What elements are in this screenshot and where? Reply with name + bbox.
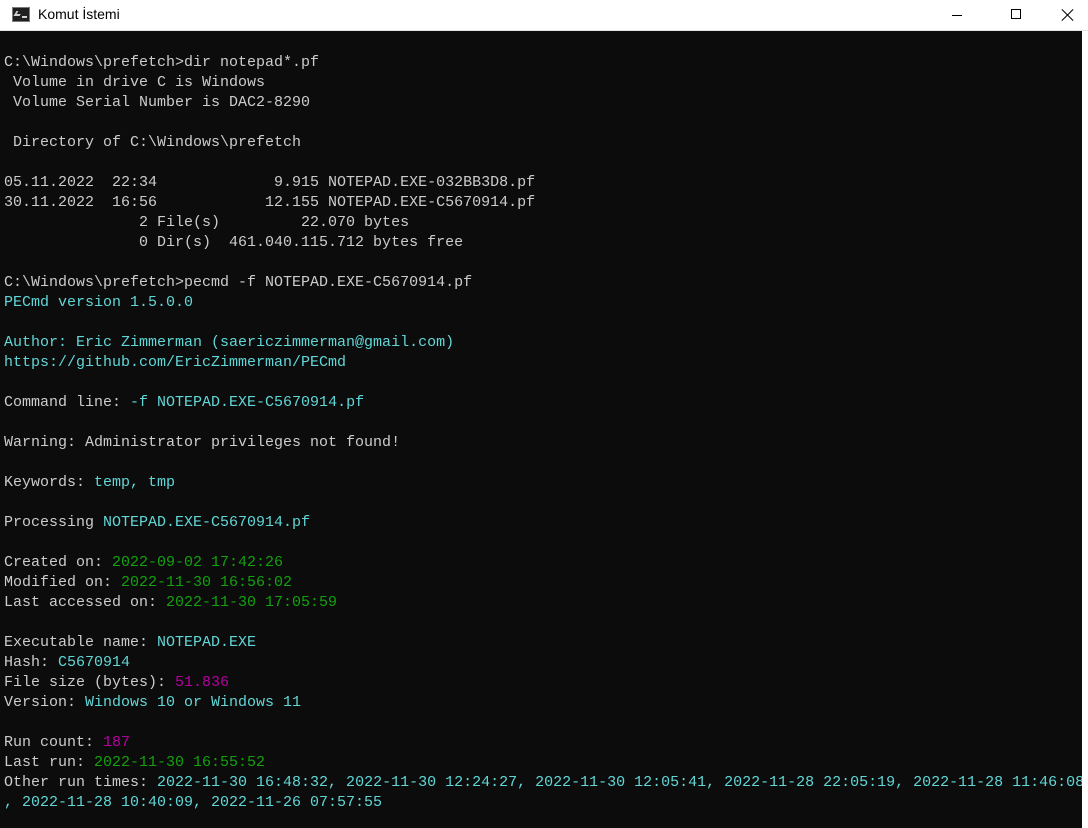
console-text-segment: 0 Dir(s) 461.040.115.712 bytes free	[4, 234, 464, 251]
console-line: Processing NOTEPAD.EXE-C5670914.pf	[4, 513, 1082, 533]
console-text-segment: Command line:	[4, 394, 131, 411]
console-text-segment: 2022-11-30 17:05:59	[166, 594, 338, 611]
console-output-area[interactable]: C:\Windows\prefetch>dir notepad*.pf Volu…	[0, 31, 1082, 828]
console-line: Command line: -f NOTEPAD.EXE-C5670914.pf	[4, 393, 1082, 413]
console-text-segment: Other run times:	[4, 774, 158, 791]
console-line: Keywords: temp, tmp	[4, 473, 1082, 493]
vertical-scrollbar[interactable]	[1082, 31, 1088, 828]
console-text-segment: File size (bytes):	[4, 674, 176, 691]
console-line: 2 File(s) 22.070 bytes	[4, 213, 1082, 233]
maximize-button[interactable]	[993, 0, 1039, 30]
console-line: C:\Windows\prefetch>pecmd -f NOTEPAD.EXE…	[4, 273, 1082, 293]
console-lines: C:\Windows\prefetch>dir notepad*.pf Volu…	[4, 53, 1082, 813]
console-line: https://github.com/EricZimmerman/PECmd	[4, 353, 1082, 373]
console-text-segment: 51.836	[175, 674, 230, 691]
console-text-segment: NOTEPAD.EXE-C5670914.pf	[103, 514, 311, 531]
console-line: 0 Dir(s) 461.040.115.712 bytes free	[4, 233, 1082, 253]
console-text-segment: 30.11.2022 16:56 12.155 NOTEPAD.EXE-C567…	[4, 194, 536, 211]
console-line: Author: Eric Zimmerman (saericzimmerman@…	[4, 333, 1082, 353]
console-line: Version: Windows 10 or Windows 11	[4, 693, 1082, 713]
console-text-segment: Created on:	[4, 554, 113, 571]
console-text-segment: Run count:	[4, 734, 104, 751]
console-line: Run count: 187	[4, 733, 1082, 753]
console-text-segment: C:\Windows\prefetch>dir notepad*.pf	[4, 54, 320, 71]
console-text-segment: C5670914	[58, 654, 131, 671]
console-text-segment: 05.11.2022 22:34 9.915 NOTEPAD.EXE-032BB…	[4, 174, 536, 191]
console-line: Modified on: 2022-11-30 16:56:02	[4, 573, 1082, 593]
title-bar[interactable]: Komut İstemi	[0, 0, 1088, 31]
console-text-segment: https://github.com/EricZimmerman/PECmd	[4, 354, 347, 371]
console-text-segment: NOTEPAD.EXE	[157, 634, 257, 651]
console-line: 30.11.2022 16:56 12.155 NOTEPAD.EXE-C567…	[4, 193, 1082, 213]
console-line: Warning: Administrator privileges not fo…	[4, 433, 1082, 453]
console-text-segment: Version:	[4, 694, 86, 711]
console-text-segment: 187	[103, 734, 131, 751]
window-title: Komut İstemi	[38, 6, 120, 22]
console-text-segment: 2022-11-30 16:55:52	[94, 754, 266, 771]
console-line: Created on: 2022-09-02 17:42:26	[4, 553, 1082, 573]
console-app-icon	[12, 7, 30, 22]
console-text-segment: , 2022-11-28 10:40:09, 2022-11-26 07:57:…	[4, 794, 383, 811]
console-text-segment: Author: Eric Zimmerman (saericzimmerman@…	[4, 334, 455, 351]
minimize-icon	[952, 15, 962, 16]
console-line: Last accessed on: 2022-11-30 17:05:59	[4, 593, 1082, 613]
console-text-segment: Directory of C:\Windows\prefetch	[4, 134, 302, 151]
console-line: , 2022-11-28 10:40:09, 2022-11-26 07:57:…	[4, 793, 1082, 813]
console-text-segment: Warning: Administrator privileges not fo…	[4, 434, 401, 451]
console-text-segment: Windows 10 or Windows 11	[85, 694, 302, 711]
console-line: Volume in drive C is Windows	[4, 73, 1082, 93]
console-line: Directory of C:\Windows\prefetch	[4, 133, 1082, 153]
maximize-icon	[1011, 9, 1021, 19]
console-text-segment: Last accessed on:	[4, 594, 167, 611]
console-line: C:\Windows\prefetch>dir notepad*.pf	[4, 53, 1082, 73]
console-text-segment: C:\Windows\prefetch>pecmd -f NOTEPAD.EXE…	[4, 274, 473, 291]
console-text-segment: 2022-11-30 16:56:02	[121, 574, 293, 591]
console-text-segment: 2022-11-30 16:48:32, 2022-11-30 12:24:27…	[157, 774, 1082, 791]
console-text-segment: Volume in drive C is Windows	[4, 74, 266, 91]
console-text-segment: Processing	[4, 514, 104, 531]
console-line: 05.11.2022 22:34 9.915 NOTEPAD.EXE-032BB…	[4, 173, 1082, 193]
command-prompt-window: Komut İstemi C:\Windows\prefetch>dir not…	[0, 0, 1088, 828]
console-text-segment: Last run:	[4, 754, 95, 771]
console-line: Volume Serial Number is DAC2-8290	[4, 93, 1082, 113]
console-line: Hash: C5670914	[4, 653, 1082, 673]
minimize-button[interactable]	[934, 0, 980, 30]
console-text-segment: 2 File(s) 22.070 bytes	[4, 214, 410, 231]
console-text-segment: -f NOTEPAD.EXE-C5670914.pf	[130, 394, 365, 411]
console-text-segment: Executable name:	[4, 634, 158, 651]
console-text-segment: 2022-09-02 17:42:26	[112, 554, 284, 571]
console-line: Last run: 2022-11-30 16:55:52	[4, 753, 1082, 773]
console-text-segment: PECmd version 1.5.0.0	[4, 294, 194, 311]
console-text-segment: Modified on:	[4, 574, 122, 591]
console-text-segment: temp, tmp	[94, 474, 176, 491]
close-button[interactable]	[1044, 0, 1088, 30]
console-text-segment: Hash:	[4, 654, 59, 671]
close-icon	[1061, 8, 1075, 22]
console-line: PECmd version 1.5.0.0	[4, 293, 1082, 313]
console-text-segment: Volume Serial Number is DAC2-8290	[4, 94, 311, 111]
console-line: Executable name: NOTEPAD.EXE	[4, 633, 1082, 653]
console-line: Other run times: 2022-11-30 16:48:32, 20…	[4, 773, 1082, 793]
console-line: File size (bytes): 51.836	[4, 673, 1082, 693]
console-text-segment: Keywords:	[4, 474, 95, 491]
